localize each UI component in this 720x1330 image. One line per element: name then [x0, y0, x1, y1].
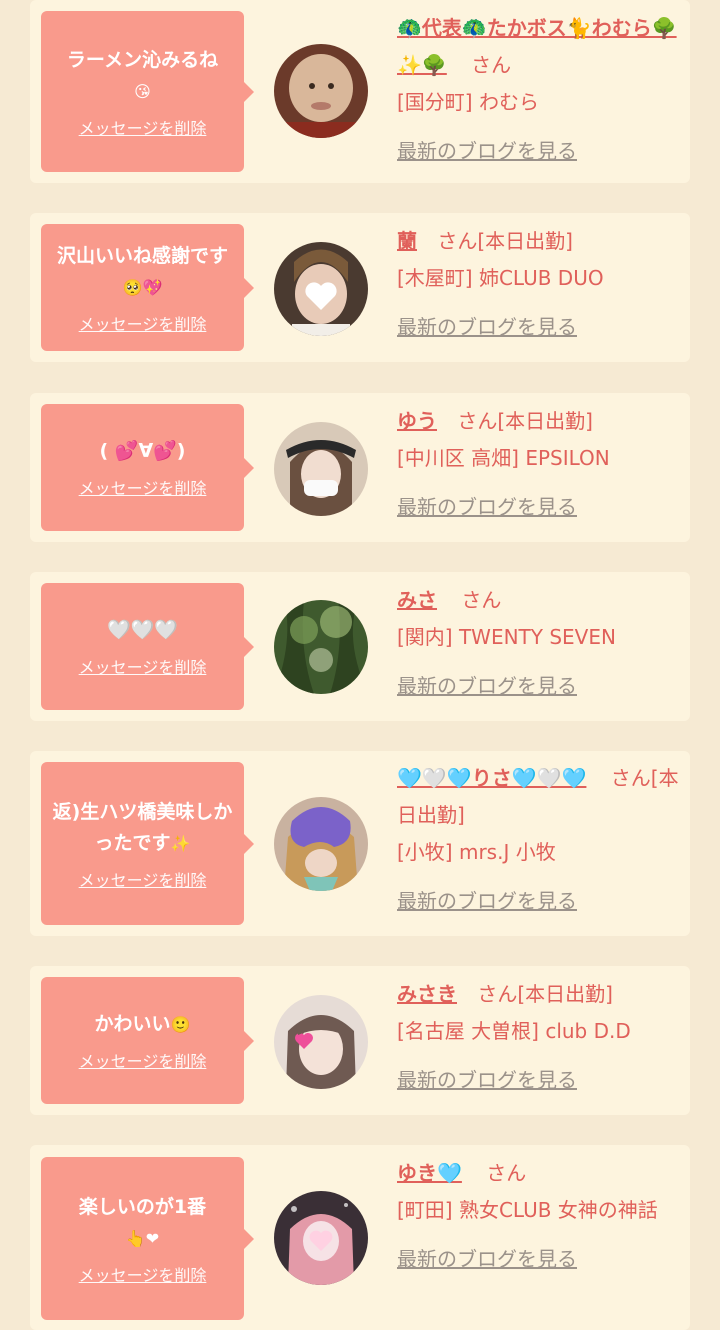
delete-message-link[interactable]: メッセージを削除	[79, 1048, 207, 1072]
latest-blog-link[interactable]: 最新のブログを見る	[397, 883, 682, 920]
message-text: 🤍🤍🤍	[107, 619, 178, 641]
avatar[interactable]	[274, 797, 368, 891]
message-bubble: ( 💕∀💕) メッセージを削除	[41, 404, 254, 531]
message-card: 🤍🤍🤍 メッセージを削除 みさ さん [関内] TWENTY SEVEN 最新の…	[30, 572, 690, 721]
sender-info: 🦚代表🦚たかボス🐈わむら🌳✨🌳 さん [国分町] わむら 最新のブログを見る	[397, 10, 682, 170]
message-text: かわいい	[94, 1013, 171, 1035]
avatar[interactable]	[274, 242, 368, 336]
avatar-woman-pink-hair-image	[274, 1191, 368, 1285]
san-label: さん	[471, 53, 512, 77]
message-card: ラーメン沁みるね 😘 メッセージを削除 🦚代表🦚たかボス🐈わむら🌳✨🌳 さん [国…	[30, 0, 690, 183]
avatar-woman-purple-sticker-image	[274, 797, 368, 891]
san-label: さん	[437, 229, 478, 253]
latest-blog-link[interactable]: 最新のブログを見る	[397, 1241, 682, 1278]
latest-blog-link[interactable]: 最新のブログを見る	[397, 1062, 682, 1099]
sender-info: ゆき🩵 さん [町田] 熟女CLUB 女神の神話 最新のブログを見る	[397, 1155, 682, 1278]
attendance-status: [本日出勤]	[517, 982, 613, 1006]
sender-name-link[interactable]: 蘭	[397, 229, 417, 253]
sender-info: 🩵🤍🩵りさ🩵🤍🩵 さん[本日出勤] [小牧] mrs.J 小牧 最新のブログを見…	[397, 760, 682, 920]
delete-message-link[interactable]: メッセージを削除	[79, 115, 207, 139]
message-emoji: 😘	[134, 81, 151, 101]
sender-info: ゆう さん[本日出勤] [中川区 高畑] EPSILON 最新のブログを見る	[397, 403, 682, 526]
message-bubble: かわいい🙂 メッセージを削除	[41, 977, 254, 1104]
message-bubble: ラーメン沁みるね 😘 メッセージを削除	[41, 11, 254, 172]
san-label: さん	[457, 409, 498, 433]
message-emoji: 👆❤	[125, 1228, 160, 1248]
sender-name-link[interactable]: 🦚代表🦚たかボス🐈わむら🌳✨🌳	[397, 16, 677, 77]
message-bubble: 返)生ハツ橋美味しかったです✨ メッセージを削除	[41, 762, 254, 925]
message-card: 返)生ハツ橋美味しかったです✨ メッセージを削除 🩵🤍🩵りさ🩵🤍🩵 さん[本日出…	[30, 751, 690, 936]
avatar-green-trees-image	[274, 600, 368, 694]
avatar[interactable]	[274, 44, 368, 138]
delete-message-link[interactable]: メッセージを削除	[79, 475, 207, 499]
message-emoji: ✨	[170, 833, 191, 853]
sender-info: みさき さん[本日出勤] [名古屋 大曽根] club D.D 最新のブログを見…	[397, 976, 682, 1099]
avatar[interactable]	[274, 600, 368, 694]
latest-blog-link[interactable]: 最新のブログを見る	[397, 133, 682, 170]
sender-name-link[interactable]: みさ	[397, 588, 437, 612]
message-card: かわいい🙂 メッセージを削除 みさき さん[本日出勤] [名古屋 大曽根] cl…	[30, 966, 690, 1115]
sender-info: みさ さん [関内] TWENTY SEVEN 最新のブログを見る	[397, 582, 682, 705]
sender-info: 蘭 さん[本日出勤] [木屋町] 姉CLUB DUO 最新のブログを見る	[397, 223, 682, 346]
shop-name: [関内] TWENTY SEVEN	[397, 625, 616, 649]
avatar-woman-heart-sticker-image	[274, 242, 368, 336]
attendance-status: [本日出勤]	[477, 229, 573, 253]
avatar-bald-man-image	[274, 44, 368, 138]
delete-message-link[interactable]: メッセージを削除	[79, 1262, 207, 1286]
san-label: さん	[461, 588, 502, 612]
message-text: 楽しいのが1番	[78, 1195, 207, 1218]
message-emoji: 🥺💖	[122, 277, 163, 297]
shop-name: [木屋町] 姉CLUB DUO	[397, 266, 604, 290]
latest-blog-link[interactable]: 最新のブログを見る	[397, 489, 682, 526]
message-card: 楽しいのが1番 👆❤ メッセージを削除 ゆき🩵 さん [町田] 熟女CLUB 女神…	[30, 1145, 690, 1330]
avatar[interactable]	[274, 422, 368, 516]
avatar-woman-heart-face-image	[274, 995, 368, 1089]
attendance-status: [本日出勤]	[497, 409, 593, 433]
shop-name: [中川区 高畑] EPSILON	[397, 446, 610, 470]
message-card: ( 💕∀💕) メッセージを削除 ゆう さん[本日出勤] [中川区 高畑] EPS…	[30, 393, 690, 542]
message-text: ( 💕∀💕)	[99, 440, 186, 462]
delete-message-link[interactable]: メッセージを削除	[79, 654, 207, 678]
san-label: さん	[486, 1161, 527, 1185]
avatar[interactable]	[274, 1191, 368, 1285]
san-label: さん	[610, 766, 651, 790]
delete-message-link[interactable]: メッセージを削除	[79, 867, 207, 891]
message-bubble: 楽しいのが1番 👆❤ メッセージを削除	[41, 1157, 254, 1320]
avatar-woman-mask-image	[274, 422, 368, 516]
sender-name-link[interactable]: 🩵🤍🩵りさ🩵🤍🩵	[397, 766, 586, 790]
message-text: ラーメン沁みるね	[66, 48, 219, 71]
shop-name: [町田] 熟女CLUB 女神の神話	[397, 1198, 658, 1222]
message-bubble: 🤍🤍🤍 メッセージを削除	[41, 583, 254, 710]
shop-name: [名古屋 大曽根] club D.D	[397, 1019, 631, 1043]
latest-blog-link[interactable]: 最新のブログを見る	[397, 309, 682, 346]
latest-blog-link[interactable]: 最新のブログを見る	[397, 668, 682, 705]
message-emoji: 🙂	[170, 1015, 191, 1034]
san-label: さん	[477, 982, 518, 1006]
sender-name-link[interactable]: ゆき🩵	[397, 1161, 462, 1185]
sender-name-link[interactable]: みさき	[397, 982, 457, 1006]
avatar[interactable]	[274, 995, 368, 1089]
message-bubble: 沢山いいね感謝です 🥺💖 メッセージを削除	[41, 224, 254, 351]
shop-name: [小牧] mrs.J 小牧	[397, 840, 556, 864]
sender-name-link[interactable]: ゆう	[397, 409, 437, 433]
message-text: 沢山いいね感謝です	[56, 244, 228, 267]
message-card: 沢山いいね感謝です 🥺💖 メッセージを削除 蘭 さん[本日出勤] [木屋町] 姉C…	[30, 213, 690, 362]
delete-message-link[interactable]: メッセージを削除	[79, 311, 207, 335]
shop-name: [国分町] わむら	[397, 90, 539, 114]
message-text: 返)生ハツ橋美味しかったです	[52, 800, 233, 854]
